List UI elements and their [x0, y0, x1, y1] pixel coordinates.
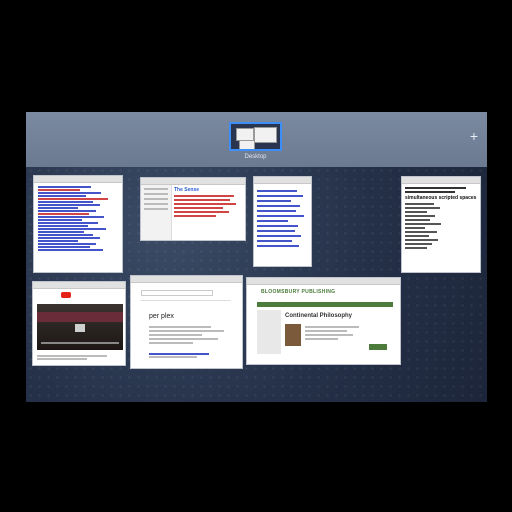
result-link[interactable] [149, 352, 209, 359]
publisher-logo: BLOOMSBURY PUBLISHING [261, 289, 336, 295]
window-bookmarks[interactable] [253, 176, 312, 267]
title-bar [247, 278, 400, 285]
page-heading: Continental Philosophy [285, 313, 352, 319]
definition-word: per plex [149, 313, 174, 320]
video-player[interactable] [37, 304, 123, 350]
title-bar [254, 177, 311, 184]
search-field[interactable] [141, 290, 213, 296]
text-document: The Sense [174, 187, 244, 219]
link-list-content [34, 183, 122, 251]
window-link-list[interactable] [33, 175, 123, 273]
highlight-phrase: simultaneous scripted spaces [405, 195, 477, 201]
window-bloomsbury[interactable]: BLOOMSBURY PUBLISHING Continental Philos… [246, 277, 401, 365]
video-wall [37, 312, 123, 322]
title-bar [131, 276, 242, 283]
youtube-logo-icon [61, 292, 71, 298]
window-youtube-video[interactable] [32, 281, 126, 366]
title-bar [34, 176, 122, 183]
video-progress[interactable] [41, 342, 119, 344]
word-list-content: simultaneous scripted spaces [402, 184, 480, 253]
video-title-lines [37, 354, 107, 361]
title-bar [402, 177, 480, 184]
document-title: The Sense [174, 187, 200, 193]
add-space-button[interactable]: + [466, 128, 482, 144]
mini-window [239, 140, 255, 149]
mini-window [254, 127, 277, 143]
bookmark-links [254, 184, 311, 247]
title-bar [33, 282, 125, 289]
title-bar [141, 178, 245, 185]
buy-button[interactable] [369, 344, 387, 350]
window-google-search[interactable]: per plex [130, 275, 243, 369]
book-details [305, 324, 365, 342]
window-word-list[interactable]: simultaneous scripted spaces [401, 176, 481, 273]
desktop-space-thumbnail[interactable] [229, 122, 282, 151]
definition-text [149, 324, 237, 346]
book-cover[interactable] [285, 324, 301, 346]
video-tv [75, 324, 85, 332]
desktop-space-label: Desktop [244, 154, 267, 160]
tab-divider [141, 300, 231, 301]
finder-sidebar [141, 185, 172, 240]
site-sidebar [257, 310, 281, 354]
site-nav[interactable] [257, 302, 393, 307]
window-finder-textedit[interactable]: The Sense [140, 177, 246, 241]
mission-control: Desktop + The Sense simultaneous scripte… [26, 112, 487, 402]
spaces-bar: Desktop + [26, 112, 487, 167]
